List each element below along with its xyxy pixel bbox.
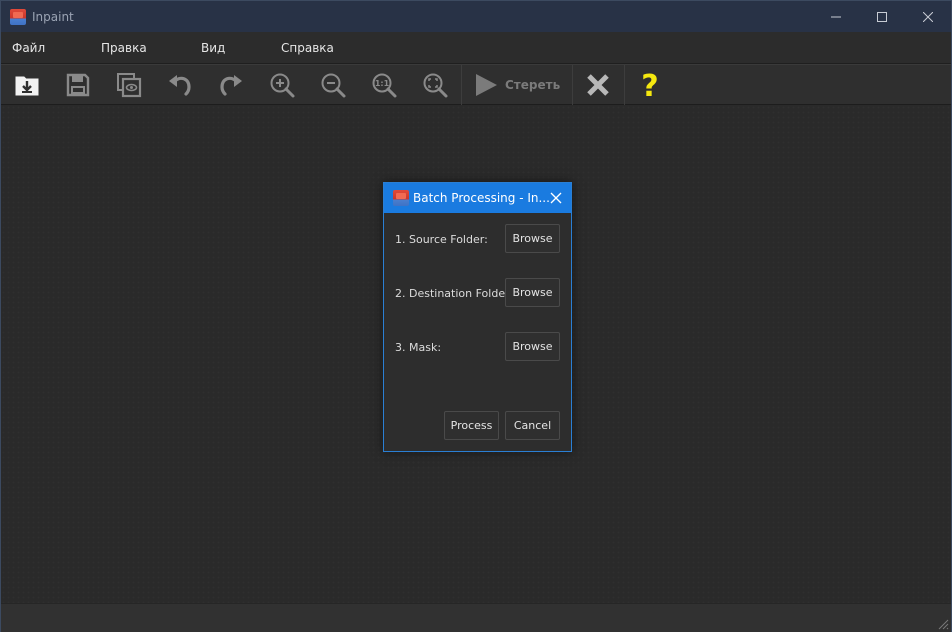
menu-bar: Файл Правка Вид Справка (1, 32, 951, 64)
redo-button[interactable] (211, 67, 251, 103)
close-icon (550, 192, 562, 204)
save-icon (66, 73, 90, 97)
actual-size-icon: 1:1 (372, 73, 397, 98)
actual-size-glyph: 1:1 (375, 79, 390, 88)
toolbar-separator (624, 65, 625, 105)
zoom-out-button[interactable] (313, 67, 353, 103)
menu-help[interactable]: Справка (281, 32, 334, 64)
cancel-processing-button[interactable] (578, 67, 618, 103)
window-title: Inpaint (32, 9, 74, 24)
maximize-icon (877, 11, 887, 22)
dialog-title-bar: Batch Processing - In... (384, 183, 571, 213)
inpaint-app-icon (10, 8, 26, 25)
help-button[interactable]: ? (630, 67, 670, 103)
inpaint-app-icon (393, 190, 409, 206)
menu-edit[interactable]: Правка (101, 32, 147, 64)
erase-button[interactable]: Стереть (463, 67, 571, 103)
open-icon (15, 76, 39, 96)
minimize-button[interactable] (813, 1, 859, 32)
fit-to-window-icon (423, 73, 448, 98)
help-icon: ? (641, 69, 658, 101)
preview-icon (117, 73, 142, 98)
redo-icon (220, 75, 242, 96)
mask-label: 3. Mask: (395, 341, 442, 354)
erase-label: Стереть (505, 78, 561, 92)
dialog-close-button[interactable] (541, 183, 571, 213)
actual-size-button[interactable]: 1:1 (364, 67, 404, 103)
toolbar-separator (572, 65, 573, 105)
undo-button[interactable] (160, 67, 200, 103)
zoom-in-button[interactable] (262, 67, 302, 103)
cancel-button[interactable]: Cancel (505, 411, 560, 440)
app-window: Inpaint Файл Правка Вид Справка 1:1 Стер… (0, 0, 952, 632)
menu-file[interactable]: Файл (12, 32, 45, 64)
close-window-button[interactable] (905, 1, 951, 32)
menu-view[interactable]: Вид (201, 32, 225, 64)
browse-source-button[interactable]: Browse (505, 224, 560, 253)
zoom-out-icon (321, 73, 346, 98)
cancel-x-icon (587, 74, 609, 96)
destination-folder-label: 2. Destination Folder: (395, 287, 514, 300)
zoom-in-icon (270, 73, 295, 98)
dialog-title: Batch Processing - In... (413, 191, 550, 205)
browse-destination-button[interactable]: Browse (505, 278, 560, 307)
minimize-icon (831, 16, 841, 17)
toolbar-separator (461, 65, 462, 105)
toolbar: 1:1 Стереть ? (1, 64, 951, 105)
open-button[interactable] (7, 67, 47, 103)
process-button[interactable]: Process (444, 411, 499, 440)
status-bar (1, 603, 951, 632)
window-controls (813, 1, 951, 32)
maximize-button[interactable] (859, 1, 905, 32)
close-icon (923, 11, 933, 22)
resize-grip-icon[interactable] (937, 618, 949, 630)
play-icon (476, 74, 497, 96)
help-glyph: ? (641, 69, 658, 101)
source-folder-label: 1. Source Folder: (395, 233, 488, 246)
fit-to-window-button[interactable] (415, 67, 455, 103)
batch-processing-dialog: Batch Processing - In... 1. Source Folde… (383, 182, 572, 452)
browse-mask-button[interactable]: Browse (505, 332, 560, 361)
preview-button[interactable] (109, 67, 149, 103)
title-bar: Inpaint (1, 1, 951, 32)
undo-icon (169, 75, 191, 96)
save-button[interactable] (58, 67, 98, 103)
